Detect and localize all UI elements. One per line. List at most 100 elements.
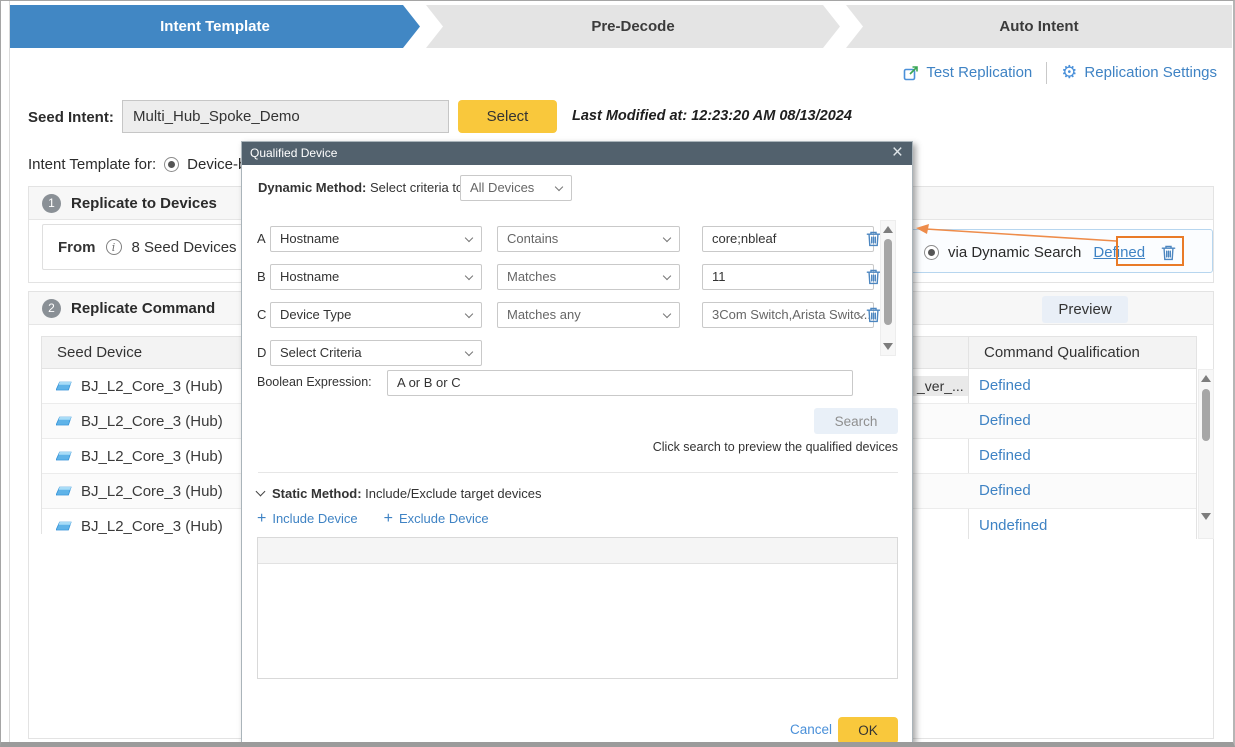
exclude-device-label: Exclude Device xyxy=(398,511,489,526)
criteria-field-select[interactable]: Device Type xyxy=(270,302,482,328)
criteria-row: C Device Type Matches any 3Com Switch,Ar… xyxy=(257,302,896,328)
criteria-value-input[interactable]: 11 xyxy=(702,264,874,290)
scroll-thumb[interactable] xyxy=(1202,389,1210,441)
criteria-operator-select[interactable]: Matches xyxy=(497,264,680,290)
search-hint-text: Click search to preview the qualified de… xyxy=(652,440,898,454)
defined-link[interactable]: Defined xyxy=(1093,244,1145,261)
criteria-operator-select[interactable]: Contains xyxy=(497,226,680,252)
delete-method-trash-icon[interactable] xyxy=(1160,244,1177,262)
criteria-row: B Hostname Matches 11 xyxy=(257,264,896,290)
criteria-field-select[interactable]: Select Criteria xyxy=(270,340,482,366)
plus-icon: + xyxy=(257,509,267,527)
step-1-badge: 1 xyxy=(42,193,61,213)
static-device-table xyxy=(257,537,898,679)
scroll-down-arrow[interactable] xyxy=(883,343,893,350)
seed-intent-input[interactable] xyxy=(122,100,449,133)
device-icon xyxy=(56,521,72,530)
criteria-field-select[interactable]: Hostname xyxy=(270,264,482,290)
criteria-letter: D xyxy=(257,345,267,360)
static-table-header xyxy=(258,538,897,564)
chevron-down-icon xyxy=(554,182,564,192)
boolean-expression-label: Boolean Expression: xyxy=(257,375,372,389)
criteria-field-value: Hostname xyxy=(280,231,340,246)
ok-button[interactable]: OK xyxy=(838,717,898,742)
qualification-row[interactable]: _ver_... Defined xyxy=(909,369,1196,404)
qualification-row[interactable]: Undefined xyxy=(909,509,1196,539)
seed-device-name: BJ_L2_Core_3 (Hub) xyxy=(81,482,223,500)
criteria-value-text: core;nbleaf xyxy=(712,231,777,246)
qualification-row[interactable]: Defined xyxy=(909,474,1196,509)
dialog-title: Qualified Device xyxy=(250,146,338,160)
search-button[interactable]: Search xyxy=(814,408,898,434)
device-based-radio[interactable] xyxy=(164,157,180,172)
tab-pre-decode[interactable]: Pre-Decode xyxy=(426,5,840,48)
seed-intent-label: Seed Intent: xyxy=(28,109,114,126)
close-icon[interactable]: × xyxy=(892,141,903,164)
app-window: Intent Template Pre-Decode Auto Intent T… xyxy=(0,0,1235,747)
replication-settings-label: Replication Settings xyxy=(1084,64,1217,81)
qualification-status-link[interactable]: Defined xyxy=(979,482,1031,499)
tab-auto-intent[interactable]: Auto Intent xyxy=(846,5,1232,48)
intent-template-for-row: Intent Template for: Device-b xyxy=(28,156,246,173)
criteria-field-value: Device Type xyxy=(280,307,352,322)
criteria-list: A Hostname Contains core;nbleaf B Hostna… xyxy=(257,226,896,378)
device-icon xyxy=(56,416,72,425)
criteria-value-input[interactable]: 3Com Switch,Arista Switc... xyxy=(702,302,874,328)
criteria-value-muted-text: 3Com Switch,Arista Switc... xyxy=(712,307,871,322)
cancel-button[interactable]: Cancel xyxy=(790,722,834,737)
collapse-chevron-icon[interactable] xyxy=(255,486,266,497)
dialog-titlebar[interactable]: Qualified Device × xyxy=(242,142,912,165)
criteria-letter: A xyxy=(257,231,266,246)
toolbar: Test Replication ⚙ Replication Settings xyxy=(903,59,1217,86)
device-scope-select[interactable]: All Devices xyxy=(460,175,572,201)
via-dynamic-search-radio[interactable] xyxy=(924,244,939,260)
section-divider xyxy=(258,472,898,473)
qualification-scrollbar[interactable] xyxy=(1198,369,1214,539)
boolean-expression-value: A or B or C xyxy=(397,375,461,390)
seed-device-name: BJ_L2_Core_3 (Hub) xyxy=(81,517,223,535)
qualified-device-dialog: Qualified Device × Dynamic Method: Selec… xyxy=(241,141,913,742)
replicate-command-title: Replicate Command xyxy=(71,299,216,317)
intent-template-for-label: Intent Template for: xyxy=(28,156,157,173)
qualification-row[interactable]: Defined xyxy=(909,439,1196,474)
qualification-status-link[interactable]: Defined xyxy=(979,377,1031,394)
qualification-status-link[interactable]: Defined xyxy=(979,447,1031,464)
qualification-status-link[interactable]: Undefined xyxy=(979,517,1047,534)
via-dynamic-search-label: via Dynamic Search xyxy=(948,243,1082,261)
select-button[interactable]: Select xyxy=(458,100,557,133)
preview-button[interactable]: Preview xyxy=(1042,296,1128,323)
scroll-up-arrow[interactable] xyxy=(883,226,893,233)
criteria-operator-value: Matches xyxy=(507,269,557,284)
scroll-up-arrow[interactable] xyxy=(1201,375,1211,382)
static-method-bold: Static Method: xyxy=(272,486,362,501)
criteria-letter: C xyxy=(257,307,267,322)
qualification-row[interactable]: Defined xyxy=(909,404,1196,439)
command-qualification-column-header: Command Qualification xyxy=(984,344,1140,361)
chevron-down-icon xyxy=(464,309,474,319)
tab-intent-template[interactable]: Intent Template xyxy=(10,5,420,48)
info-icon[interactable]: i xyxy=(105,239,122,255)
scroll-thumb[interactable] xyxy=(884,239,892,325)
include-device-link[interactable]: + Include Device xyxy=(257,509,358,527)
criteria-value-input[interactable]: core;nbleaf xyxy=(702,226,874,252)
device-icon xyxy=(56,486,72,495)
scroll-down-arrow[interactable] xyxy=(1201,513,1211,520)
criteria-value-text: 11 xyxy=(712,269,726,284)
criteria-field-select[interactable]: Hostname xyxy=(270,226,482,252)
device-based-label: Device-b xyxy=(187,156,247,173)
static-method-rest: Include/Exclude target devices xyxy=(361,486,542,501)
seed-devices-count: 8 Seed Devices xyxy=(131,238,237,256)
chevron-down-icon xyxy=(464,271,474,281)
qualification-status-link[interactable]: Defined xyxy=(979,412,1031,429)
replication-settings-link[interactable]: ⚙ Replication Settings xyxy=(1061,63,1217,82)
chevron-down-icon xyxy=(662,271,672,281)
seed-device-name: BJ_L2_Core_3 (Hub) xyxy=(81,412,223,430)
criteria-operator-select[interactable]: Matches any xyxy=(497,302,680,328)
boolean-expression-input[interactable]: A or B or C xyxy=(387,370,853,396)
replicate-to-devices-title: Replicate to Devices xyxy=(71,194,217,212)
exclude-device-link[interactable]: + Exclude Device xyxy=(384,510,489,526)
external-link-icon xyxy=(904,65,919,80)
criteria-scrollbar[interactable] xyxy=(880,220,896,356)
chevron-down-icon xyxy=(464,347,474,357)
test-replication-link[interactable]: Test Replication xyxy=(903,64,1032,81)
